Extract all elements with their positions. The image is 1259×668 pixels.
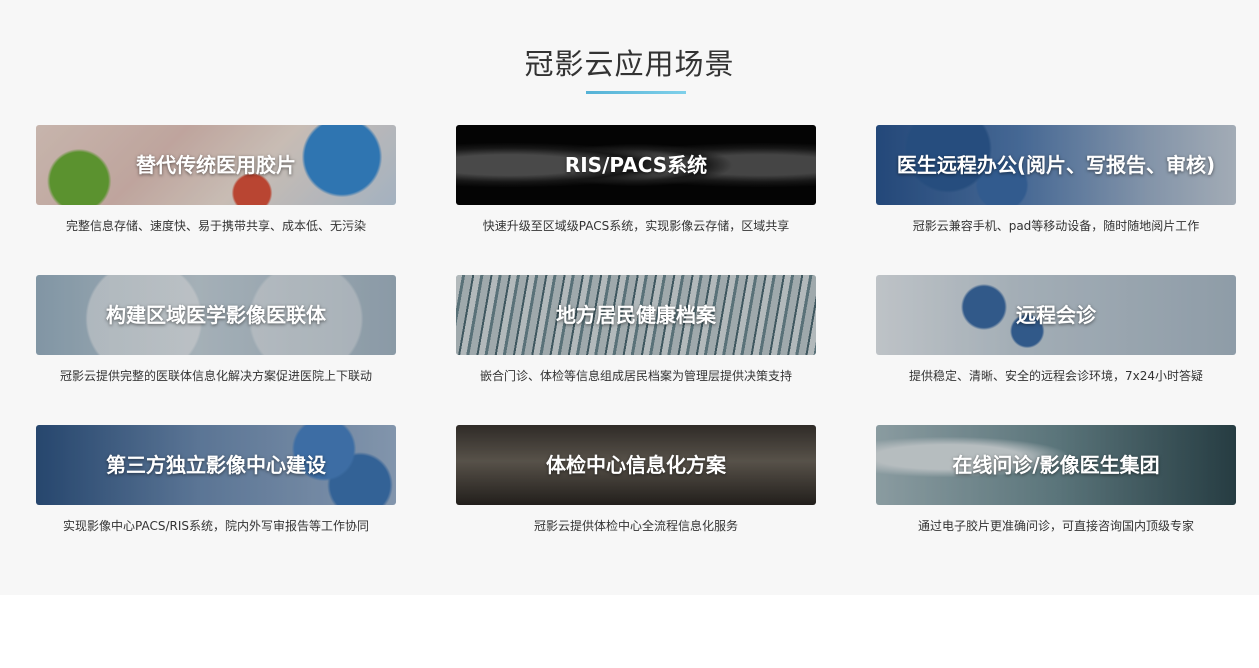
scenario-card-film-replacement: 替代传统医用胶片 完整信息存储、速度快、易于携带共享、成本低、无污染 — [36, 125, 396, 237]
scenario-banner[interactable]: 在线问诊/影像医生集团 — [876, 425, 1236, 505]
scenario-description: 冠影云提供完整的医联体信息化解决方案促进医院上下联动 — [59, 369, 372, 383]
scenario-description: 完整信息存储、速度快、易于携带共享、成本低、无污染 — [65, 219, 366, 233]
scenario-banner[interactable]: 第三方独立影像中心建设 — [36, 425, 396, 505]
scenario-title: 第三方独立影像中心建设 — [106, 453, 326, 477]
application-scenarios-section: 冠影云应用场景 替代传统医用胶片 完整信息存储、速度快、易于携带共享、成本低、无… — [0, 0, 1259, 595]
scenario-banner[interactable]: RIS/PACS系统 — [456, 125, 816, 205]
scenario-title: RIS/PACS系统 — [564, 153, 708, 177]
scenario-description: 实现影像中心PACS/RIS系统，院内外写审报告等工作协同 — [62, 519, 369, 533]
scenario-banner[interactable]: 构建区域医学影像医联体 — [36, 275, 396, 355]
section-title: 冠影云应用场景 — [524, 47, 735, 81]
scenario-description: 通过电子胶片更准确问诊，可直接咨询国内顶级专家 — [917, 519, 1194, 533]
scenario-banner[interactable]: 地方居民健康档案 — [456, 275, 816, 355]
scenario-banner[interactable]: 体检中心信息化方案 — [456, 425, 816, 505]
scenario-description: 冠影云兼容手机、pad等移动设备，随时随地阅片工作 — [912, 219, 1200, 233]
scenario-title: 替代传统医用胶片 — [136, 153, 296, 177]
scenario-title: 构建区域医学影像医联体 — [106, 303, 326, 327]
scenario-description: 冠影云提供体检中心全流程信息化服务 — [533, 519, 738, 533]
scenario-banner[interactable]: 医生远程办公(阅片、写报告、审核) — [876, 125, 1236, 205]
title-underline — [586, 91, 686, 94]
scenario-title: 远程会诊 — [1016, 303, 1096, 327]
scenario-title: 体检中心信息化方案 — [546, 453, 726, 477]
scenario-card-remote-office: 医生远程办公(阅片、写报告、审核) 冠影云兼容手机、pad等移动设备，随时随地阅… — [876, 125, 1236, 237]
scenario-card-checkup-center: 体检中心信息化方案 冠影云提供体检中心全流程信息化服务 — [456, 425, 816, 537]
scenario-title: 在线问诊/影像医生集团 — [952, 453, 1160, 477]
scenario-card-medical-alliance: 构建区域医学影像医联体 冠影云提供完整的医联体信息化解决方案促进医院上下联动 — [36, 275, 396, 387]
scenario-description: 快速升级至区域级PACS系统，实现影像云存储，区域共享 — [482, 219, 790, 233]
scenario-card-ris-pacs: RIS/PACS系统 快速升级至区域级PACS系统，实现影像云存储，区域共享 — [456, 125, 816, 237]
scenario-title: 地方居民健康档案 — [556, 303, 716, 327]
scenario-card-online-diagnosis: 在线问诊/影像医生集团 通过电子胶片更准确问诊，可直接咨询国内顶级专家 — [876, 425, 1236, 537]
scenario-card-imaging-center: 第三方独立影像中心建设 实现影像中心PACS/RIS系统，院内外写审报告等工作协… — [36, 425, 396, 537]
scenario-card-remote-consultation: 远程会诊 提供稳定、清晰、安全的远程会诊环境，7x24小时答疑 — [876, 275, 1236, 387]
scenario-banner[interactable]: 远程会诊 — [876, 275, 1236, 355]
scenario-banner[interactable]: 替代传统医用胶片 — [36, 125, 396, 205]
scenario-title: 医生远程办公(阅片、写报告、审核) — [896, 153, 1216, 177]
scenario-description: 提供稳定、清晰、安全的远程会诊环境，7x24小时答疑 — [908, 369, 1203, 383]
scenario-description: 嵌合门诊、体检等信息组成居民档案为管理层提供决策支持 — [479, 369, 792, 383]
scenario-card-health-records: 地方居民健康档案 嵌合门诊、体检等信息组成居民档案为管理层提供决策支持 — [456, 275, 816, 387]
